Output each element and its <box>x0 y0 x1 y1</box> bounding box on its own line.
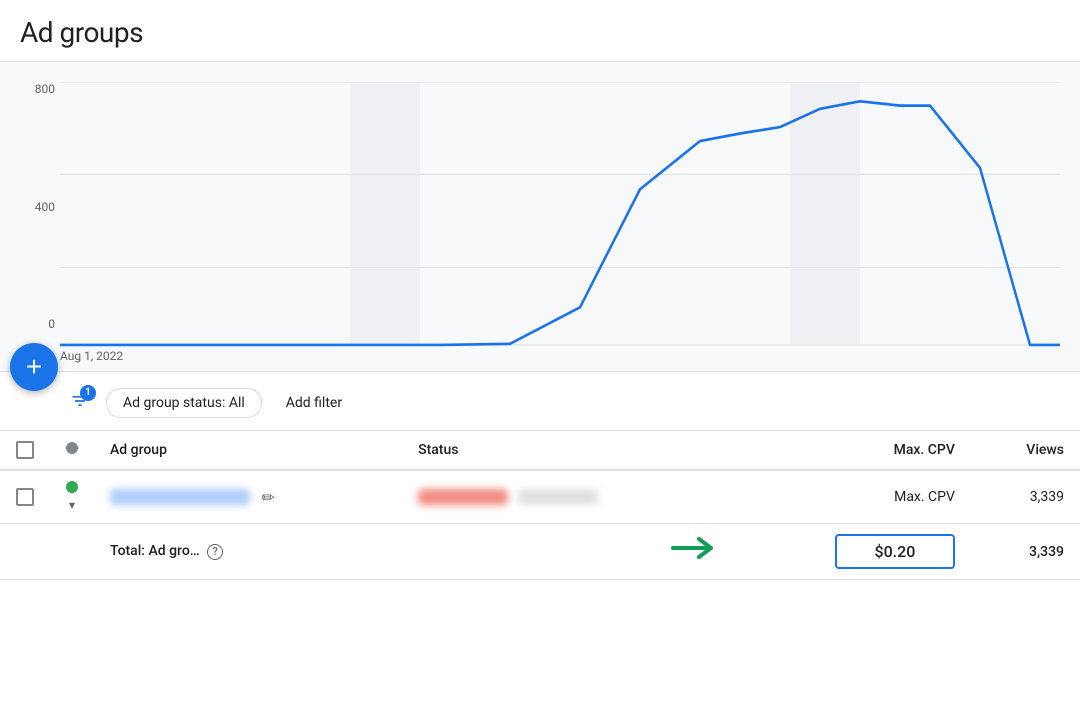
chart-y-labels: 800 400 0 <box>10 82 55 331</box>
header-status-dot <box>66 442 78 454</box>
filter-icon-wrapper: 1 <box>70 391 90 416</box>
total-row: Total: Ad gro… ? $0.20 3,339 <box>0 524 1080 580</box>
row-max-cpv-cell: Max. CPV <box>733 470 971 524</box>
row-checkbox[interactable] <box>16 488 34 506</box>
total-views-cell: 3,339 <box>971 524 1080 580</box>
total-label-cell: Total: Ad gro… ? <box>94 524 402 580</box>
row-views-value: 3,339 <box>1030 489 1064 505</box>
status-sub-blurred <box>518 489 598 505</box>
green-arrow-icon <box>669 534 717 569</box>
col-header-views-label: Views <box>1026 442 1064 458</box>
table-header-row: Ad group Status Max. CPV Views <box>0 431 1080 470</box>
chart-area: 800 400 0 Aug 1, 2022 + <box>0 62 1080 372</box>
page-title: Ad groups <box>20 16 1060 49</box>
col-header-ad-group: Ad group <box>94 431 402 470</box>
status-dropdown-icon[interactable]: ▾ <box>69 498 75 512</box>
col-header-max-cpv-label: Max. CPV <box>894 442 955 458</box>
col-header-max-cpv: Max. CPV <box>733 431 971 470</box>
ad-groups-table: Ad group Status Max. CPV Views <box>0 431 1080 580</box>
select-all-checkbox[interactable] <box>16 441 34 459</box>
total-status-cell <box>50 524 94 580</box>
row-ad-group-cell: ✏ <box>94 470 402 524</box>
add-button[interactable]: + <box>10 343 58 391</box>
row-checkbox-cell <box>0 470 50 524</box>
total-checkbox-cell <box>0 524 50 580</box>
col-header-status: Status <box>402 431 733 470</box>
total-label: Total: Ad gro… <box>110 543 200 559</box>
y-label-800: 800 <box>10 82 55 96</box>
row-max-cpv-label: Max. CPV <box>894 489 955 505</box>
plus-icon: + <box>26 353 42 381</box>
col-header-status-dot <box>50 431 94 470</box>
ad-group-name-blurred <box>110 489 250 505</box>
y-label-400: 400 <box>10 200 55 214</box>
help-icon[interactable]: ? <box>207 544 223 560</box>
chart-x-label: Aug 1, 2022 <box>60 349 123 363</box>
y-label-0: 0 <box>10 317 55 331</box>
status-filter-button[interactable]: Ad group status: All <box>106 388 262 418</box>
total-cpv-cell: $0.20 <box>733 524 971 580</box>
total-arrow-cell <box>402 524 733 580</box>
col-header-views: Views <box>971 431 1080 470</box>
add-filter-button[interactable]: Add filter <box>278 389 350 417</box>
row-status-dot <box>66 481 78 493</box>
edit-icon[interactable]: ✏ <box>261 488 274 507</box>
filter-badge: 1 <box>80 385 96 401</box>
row-status-cell: ▾ <box>50 470 94 524</box>
row-views-cell: 3,339 <box>971 470 1080 524</box>
total-views-value: 3,339 <box>1029 544 1064 560</box>
page-header: Ad groups <box>0 0 1080 62</box>
status-blurred <box>418 489 508 505</box>
col-header-ad-group-label: Ad group <box>110 442 167 458</box>
table-container: Ad group Status Max. CPV Views <box>0 431 1080 580</box>
col-header-status-label: Status <box>418 442 458 458</box>
total-cpv-value[interactable]: $0.20 <box>835 534 955 569</box>
chart-wrapper: 800 400 0 Aug 1, 2022 + <box>0 62 1080 372</box>
row-status-text-cell <box>402 470 733 524</box>
table-row: ▾ ✏ Max. CPV 3,339 <box>0 470 1080 524</box>
chart-svg <box>60 82 1060 361</box>
col-header-checkbox <box>0 431 50 470</box>
filter-bar: 1 Ad group status: All Add filter <box>0 372 1080 431</box>
